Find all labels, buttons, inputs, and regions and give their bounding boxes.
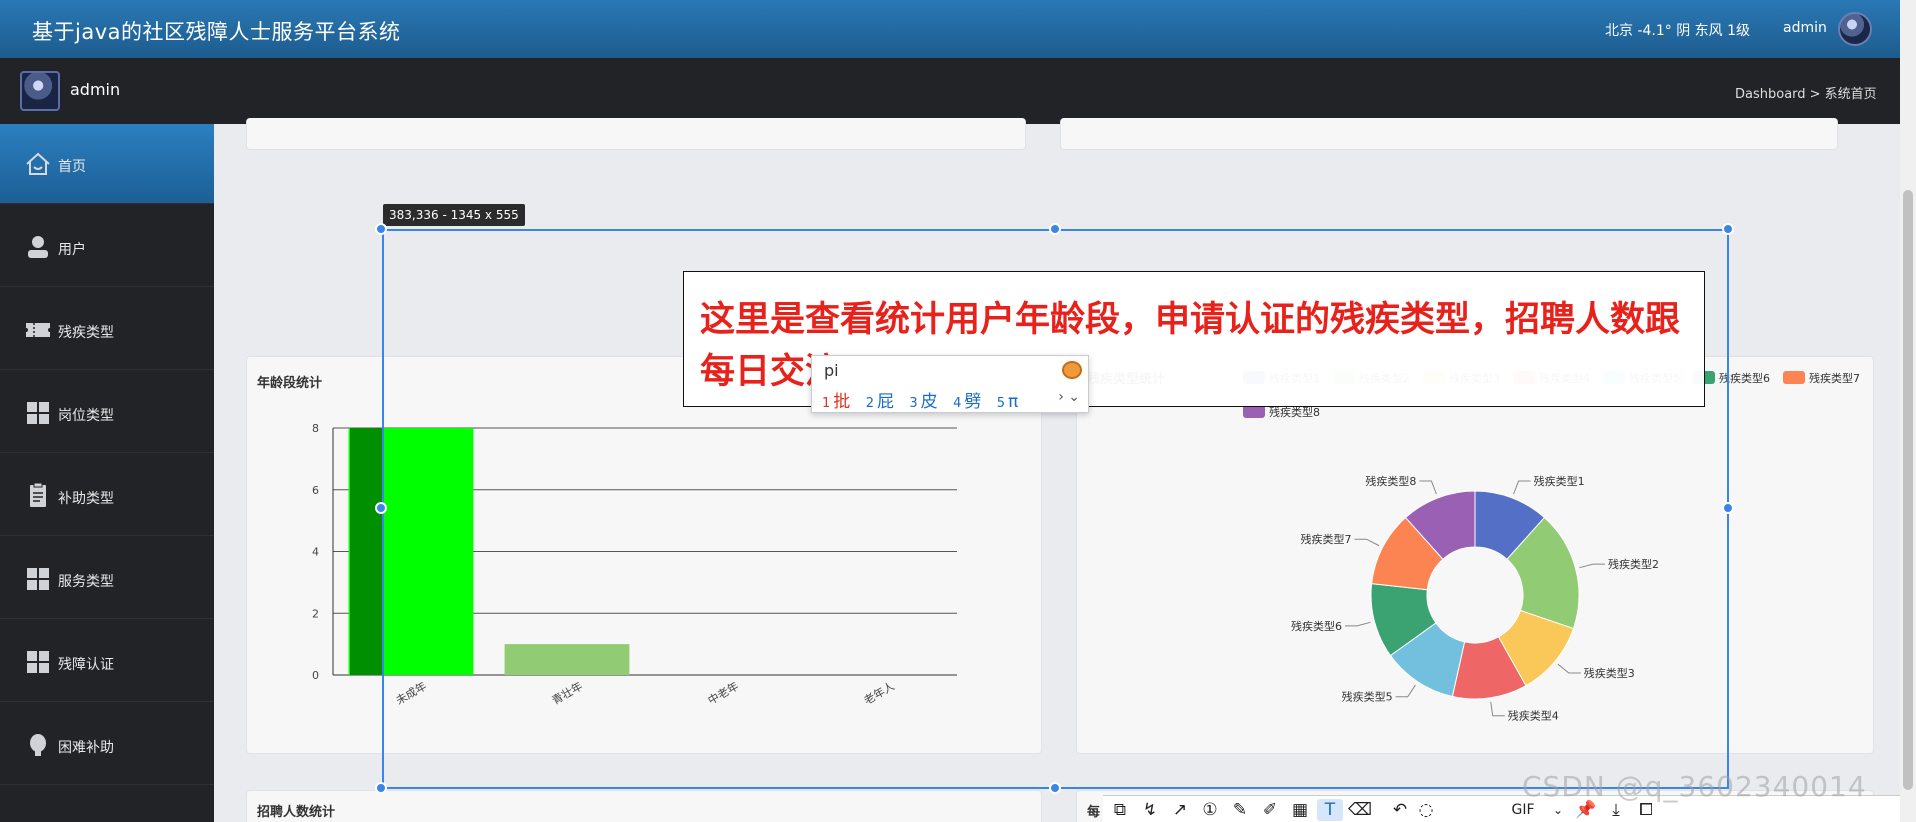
scrollbar-thumb[interactable] [1903,190,1913,790]
ime-candidate-popup: pi 1批 2屁 3皮 4劈 5π › ⌄ [811,355,1089,413]
sidebar-item-hardship-subsidy[interactable]: 困难补助 [0,705,214,785]
resize-handle-b[interactable] [1049,782,1061,794]
ime-candidate[interactable]: 5π [997,392,1019,412]
bulb-icon [24,732,52,758]
header-avatar[interactable] [1838,12,1872,46]
arrow-tool-icon[interactable]: ↗ [1167,799,1193,821]
sidebar-item-subsidy-type[interactable]: 补助类型 [0,456,214,536]
grid-icon [24,649,52,675]
sub-header: admin Dashboard > 系统首页 [0,58,1900,124]
sidebar-item-label: 残障认证 [58,657,114,673]
sidebar-item-user[interactable]: 用户 [0,207,214,287]
header-username[interactable]: admin [1783,20,1827,36]
number-tool-icon[interactable]: ① [1197,799,1223,821]
y-tick-label: 6 [312,484,319,497]
user-avatar [20,71,60,111]
sidebar-item-disability-type[interactable]: 残疾类型 [0,290,214,370]
resize-handle-bl[interactable] [375,782,387,794]
grid-icon [24,566,52,592]
sidebar-item-home[interactable]: 首页 [0,124,214,204]
text-tool-icon[interactable]: T [1317,799,1343,821]
weather-info: 北京 -4.1° 阴 东风 1级 [1605,23,1751,39]
resize-handle-tl[interactable] [375,223,387,235]
sidebar-username: admin [70,80,121,99]
ime-logo-icon [1062,361,1082,379]
ime-candidate[interactable]: 1批 [822,392,850,412]
csdn-watermark: CSDN @q_3602340014 [1522,770,1867,803]
pen-tool-icon[interactable]: ✎ [1227,799,1253,821]
legend-swatch [1783,371,1805,384]
sidebar-item-service-type[interactable]: 服务类型 [0,539,214,619]
sidebar-item-partial[interactable] [0,788,214,822]
top-header: 基于java的社区残障人士服务平台系统 北京 -4.1° 阴 东风 1级 adm… [0,0,1900,58]
sidebar-item-disability-certification[interactable]: 残障认证 [0,622,214,702]
y-tick-label: 0 [312,669,319,682]
breadcrumb[interactable]: Dashboard > 系统首页 [1735,83,1877,102]
sidebar-item-label: 服务类型 [58,574,114,590]
home-icon [24,151,52,177]
top-card-right [1060,118,1838,150]
user-icon [24,234,52,260]
highlighter-tool-icon[interactable]: ✐ [1257,799,1283,821]
resize-handle-tr[interactable] [1722,223,1734,235]
mosaic-tool-icon[interactable]: ▦ [1287,799,1313,821]
sidebar: 首页 用户 残疾类型 岗位类型 补助类型 服务类型 残障认证 困难补助 [0,124,214,822]
ime-candidate[interactable]: 3皮 [909,392,937,412]
daily-stats-title: 每 [1087,805,1101,820]
sidebar-item-label: 残疾类型 [58,325,114,341]
ime-expand-icon[interactable]: › ⌄ [1058,389,1080,405]
ime-input-text: pi [824,361,839,380]
undo-icon[interactable]: ↶ [1387,799,1413,821]
resize-handle-t[interactable] [1049,223,1061,235]
y-tick-label: 8 [312,422,319,435]
ime-candidate[interactable]: 4劈 [953,392,981,412]
eraser-tool-icon[interactable]: ⌫ [1347,799,1373,821]
selection-size-tag: 383,336 - 1345 x 555 [383,204,525,226]
bar-shadow [350,428,383,675]
resize-handle-l[interactable] [375,502,387,514]
ime-candidate[interactable]: 2屁 [866,392,894,412]
ime-candidates: 1批 2屁 3皮 4劈 5π [822,387,1028,412]
sidebar-item-label: 首页 [58,159,86,175]
sidebar-item-job-type[interactable]: 岗位类型 [0,373,214,453]
sidebar-item-label: 岗位类型 [58,408,114,424]
polyline-tool-icon[interactable]: ↯ [1137,799,1163,821]
ticket-icon [24,317,52,343]
app-title: 基于java的社区残障人士服务平台系统 [32,20,401,44]
recruit-stats-title: 招聘人数统计 [257,805,336,820]
document-icon [24,482,52,509]
resize-handle-r[interactable] [1722,502,1734,514]
grid-icon [24,400,52,426]
page-scrollbar[interactable] [1900,0,1916,822]
y-tick-label: 4 [312,546,319,559]
sidebar-item-label: 补助类型 [58,491,114,507]
redo-icon[interactable]: ◌ [1413,799,1439,821]
y-tick-label: 2 [312,607,319,620]
top-card-left [246,118,1026,150]
sidebar-item-label: 用户 [58,242,86,258]
recruit-stats-card: 招聘人数统计 [246,790,1042,822]
sidebar-item-label: 困难补助 [58,740,114,756]
shape-tool-icon[interactable]: ⧉ [1107,799,1133,821]
legend-label: 残疾类型7 [1809,371,1860,385]
